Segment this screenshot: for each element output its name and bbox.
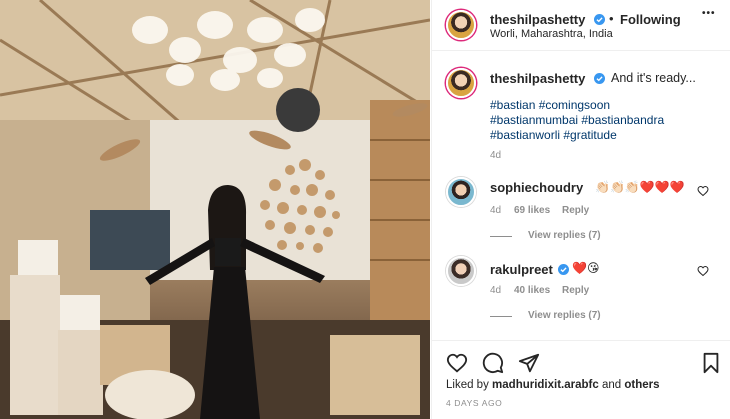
verified-badge-icon (594, 73, 605, 84)
comment-reply-button[interactable]: Reply (562, 205, 589, 216)
restaurant-interior-image (0, 0, 430, 419)
comment-likes[interactable]: 40 likes (514, 285, 550, 296)
post-sidebar: theshilpashetty • Following Worli, Mahar… (431, 0, 730, 419)
comment-text: ❤️😘 (572, 261, 600, 275)
comment-heart-icon[interactable] (697, 185, 709, 197)
caption-age: 4d (490, 150, 502, 161)
comment-avatar[interactable] (446, 256, 476, 286)
liked-by-user[interactable]: madhuridixit.arabfc (492, 379, 599, 391)
comment-username[interactable]: sophiechoudry (490, 180, 583, 195)
bookmark-icon[interactable] (700, 352, 722, 374)
paper-plane-icon[interactable] (518, 352, 540, 374)
comment-heart-icon[interactable] (697, 265, 709, 277)
comment-age: 4d (490, 205, 502, 216)
author-username[interactable]: theshilpashetty (490, 12, 585, 27)
following-button[interactable]: Following (620, 12, 681, 27)
caption-avatar[interactable] (446, 68, 476, 98)
post-header: theshilpashetty • Following Worli, Mahar… (432, 0, 730, 51)
comment-username[interactable]: rakulpreet (490, 262, 553, 277)
caption-hashtags-line2[interactable]: #bastianmumbai #bastianbandra (490, 113, 680, 128)
liked-by-text: Liked by madhuridixit.arabfc and others (446, 379, 660, 391)
caption-hashtags-line3[interactable]: #bastianworli #gratitude (490, 128, 680, 143)
header-separator: • (609, 11, 614, 26)
comment-reply-button[interactable]: Reply (562, 285, 589, 296)
comment-likes[interactable]: 69 likes (514, 205, 550, 216)
replies-divider (490, 236, 512, 237)
post-actions-bar: Liked by madhuridixit.arabfc and others … (432, 340, 730, 419)
comment-icon[interactable] (482, 352, 504, 374)
verified-badge-icon (594, 14, 605, 25)
post-location[interactable]: Worli, Maharashtra, India (490, 28, 613, 40)
verified-badge-icon (558, 264, 569, 275)
comment-text: 👏🏻👏🏻👏🏻❤️❤️❤️ (595, 180, 685, 194)
caption-username[interactable]: theshilpashetty (490, 71, 585, 86)
caption-text: And it's ready... (611, 71, 696, 85)
liked-by-others[interactable]: others (624, 379, 659, 391)
more-options-icon[interactable]: ••• (702, 8, 716, 19)
view-replies-button[interactable]: View replies (7) (528, 230, 601, 241)
replies-divider (490, 316, 512, 317)
caption-hashtags-line1[interactable]: #bastian #comingsoon (490, 98, 680, 113)
comment-avatar[interactable] (446, 177, 476, 207)
heart-icon[interactable] (446, 352, 468, 374)
view-replies-button[interactable]: View replies (7) (528, 310, 601, 321)
post-time-ago[interactable]: 4 DAYS AGO (446, 398, 502, 408)
comment-age: 4d (490, 285, 502, 296)
post-photo[interactable] (0, 0, 430, 419)
author-avatar[interactable] (446, 10, 476, 40)
liked-by-and: and (601, 379, 622, 391)
liked-by-prefix: Liked by (446, 379, 489, 391)
